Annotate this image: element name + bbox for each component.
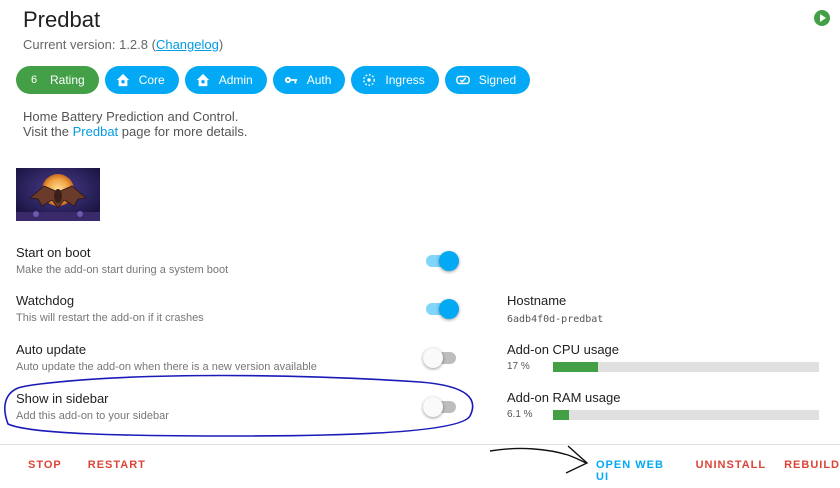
option-title: Auto update — [16, 342, 87, 357]
option-show-in-sidebar: Show in sidebar Add this add-on to your … — [16, 391, 169, 422]
rating-icon: 6 — [30, 74, 38, 86]
cpu-usage-value: 17 % — [507, 361, 530, 372]
option-title: Show in sidebar — [16, 391, 109, 406]
cpu-meter: 17 % — [507, 361, 819, 372]
card-actions-right: OPEN WEB UI UNINSTALL REBUILD — [596, 459, 840, 483]
option-title: Watchdog — [16, 293, 75, 308]
open-web-ui-button[interactable]: OPEN WEB UI — [596, 459, 678, 483]
ram-usage-section: Add-on RAM usage 6.1 % — [507, 390, 819, 420]
signed-icon — [455, 72, 471, 88]
chip-label: Ingress — [385, 73, 425, 87]
option-subtitle: Add this add-on to your sidebar — [16, 410, 169, 422]
chip-label: Auth — [306, 73, 332, 87]
running-status-icon — [814, 10, 830, 26]
ram-usage-fill — [553, 409, 570, 420]
ram-usage-value: 6.1 % — [507, 409, 533, 420]
toggle-knob — [423, 397, 443, 417]
page-title: Predbat — [23, 7, 101, 32]
cpu-usage-bar — [553, 361, 819, 372]
home-assistant-icon — [195, 72, 211, 88]
chip-label: Core — [138, 73, 165, 87]
annotation-arrow — [489, 447, 587, 464]
home-assistant-icon — [115, 72, 131, 88]
chip-label: Signed — [478, 73, 517, 87]
description-line: Home Battery Prediction and Control. — [23, 109, 239, 124]
watchdog-toggle[interactable] — [423, 299, 459, 319]
addon-logo — [16, 168, 100, 221]
option-title: Start on boot — [16, 245, 91, 260]
show-in-sidebar-toggle[interactable] — [423, 397, 459, 417]
ram-usage-bar — [553, 409, 819, 420]
toggle-knob — [439, 299, 459, 319]
chip-label: Rating — [50, 73, 85, 87]
cpu-usage-section: Add-on CPU usage 17 % — [507, 342, 819, 372]
card-actions-divider — [0, 444, 840, 445]
chip-rating[interactable]: 6 Rating — [16, 66, 99, 94]
chip-label: Admin — [218, 73, 253, 87]
cpu-usage-fill — [553, 361, 599, 372]
ram-meter: 6.1 % — [507, 409, 819, 420]
uninstall-button[interactable]: UNINSTALL — [696, 459, 767, 483]
chip-auth[interactable]: Auth — [272, 66, 346, 94]
auto-update-toggle[interactable] — [423, 348, 459, 368]
option-auto-update: Auto update Auto update the add-on when … — [16, 342, 317, 373]
toggle-knob — [439, 251, 459, 271]
key-icon — [283, 72, 299, 88]
ingress-icon — [361, 72, 377, 88]
hostname-value: 6adb4f0d-predbat — [507, 314, 604, 325]
toggle-knob — [423, 348, 443, 368]
chip-signed[interactable]: Signed — [444, 66, 531, 94]
hostname-label: Hostname — [507, 293, 567, 308]
addon-description: Home Battery Prediction and Control. Vis… — [23, 109, 248, 139]
version-text: Current version: 1.2.8 ( — [23, 37, 156, 52]
addon-info-card: Predbat Current version: 1.2.8 (Changelo… — [0, 0, 840, 488]
stop-button[interactable]: STOP — [28, 459, 62, 471]
option-subtitle: This will restart the add-on if it crash… — [16, 312, 204, 324]
capability-chips: 6 Rating Core Admin Auth Ingress Signed — [16, 66, 531, 94]
description-prefix: Visit the — [23, 124, 73, 139]
current-version: Current version: 1.2.8 (Changelog) — [23, 37, 223, 52]
option-subtitle: Make the add-on start during a system bo… — [16, 264, 229, 276]
changelog-link[interactable]: Changelog — [156, 37, 219, 52]
chip-ingress[interactable]: Ingress — [351, 66, 439, 94]
predbat-link[interactable]: Predbat — [73, 124, 119, 139]
description-visit: Visit the Predbat page for more details. — [23, 124, 248, 139]
ram-usage-label: Add-on RAM usage — [507, 390, 621, 405]
chip-core[interactable]: Core — [104, 66, 179, 94]
restart-button[interactable]: RESTART — [88, 459, 146, 471]
start-on-boot-toggle[interactable] — [423, 251, 459, 271]
description-suffix: page for more details. — [118, 124, 248, 139]
annotation-arrowhead — [565, 445, 589, 474]
option-watchdog: Watchdog This will restart the add-on if… — [16, 293, 204, 324]
hostname-section: Hostname 6adb4f0d-predbat — [507, 293, 603, 325]
option-start-on-boot: Start on boot Make the add-on start duri… — [16, 245, 228, 276]
option-subtitle: Auto update the add-on when there is a n… — [16, 361, 317, 373]
version-suffix: ) — [218, 37, 224, 52]
chip-admin[interactable]: Admin — [184, 66, 267, 94]
cpu-usage-label: Add-on CPU usage — [507, 342, 620, 357]
card-actions-left: STOP RESTART — [28, 459, 146, 471]
rebuild-button[interactable]: REBUILD — [784, 459, 840, 483]
